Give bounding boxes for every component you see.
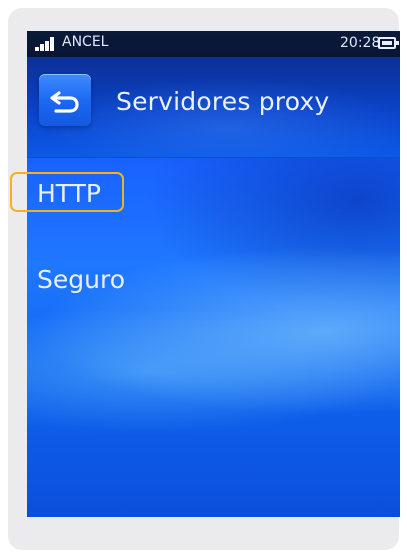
list-item-seguro[interactable]: Seguro (27, 257, 400, 317)
clock: 20:28 (340, 35, 381, 51)
list-item-http[interactable]: HTTP (27, 171, 400, 231)
back-button[interactable] (39, 74, 91, 126)
title-bar: Servidores proxy (27, 57, 400, 158)
status-bar: ANCEL 20:28 (27, 31, 400, 57)
signal-strength-icon (35, 37, 59, 51)
list-item-label: Seguro (37, 265, 125, 294)
battery-icon (378, 37, 399, 49)
list-item-label: HTTP (37, 179, 101, 208)
carrier-name: ANCEL (62, 34, 109, 50)
back-arrow-icon (50, 91, 79, 113)
phone-screen: ANCEL 20:28 Servidores proxy HTTP Seguro (27, 31, 400, 517)
page-title: Servidores proxy (116, 87, 330, 116)
